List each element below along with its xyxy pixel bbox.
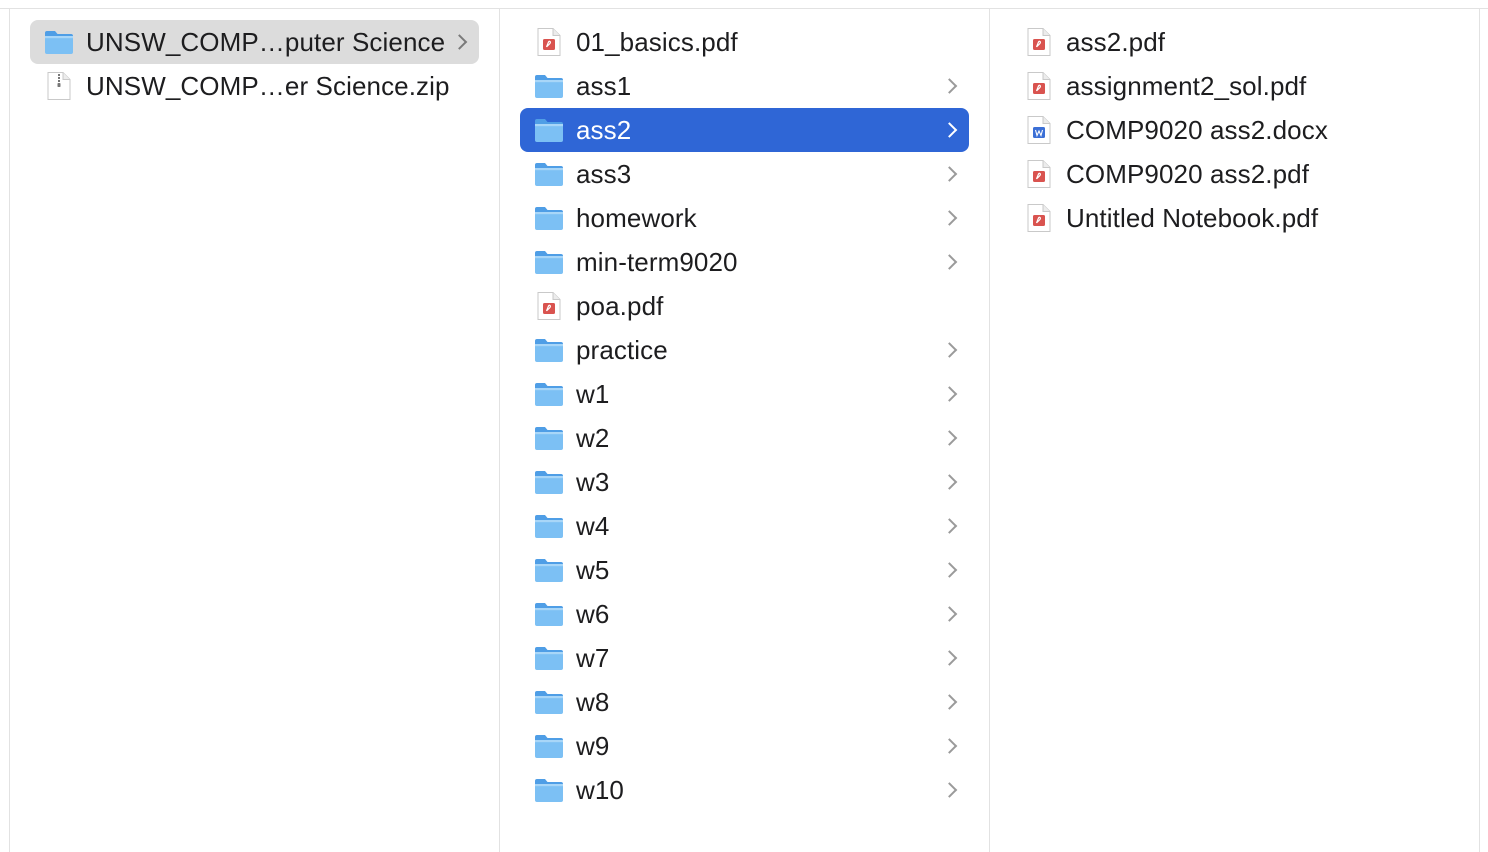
item-label: COMP9020 ass2.docx bbox=[1066, 114, 1328, 145]
pdf-icon bbox=[532, 27, 566, 57]
item-label: w6 bbox=[576, 598, 610, 629]
folder-icon bbox=[532, 71, 566, 101]
folder-icon bbox=[532, 643, 566, 673]
folder-item-homework[interactable]: homework bbox=[520, 196, 969, 240]
column-2-list: 01_basics.pdf ass1 ass2 ass3 homework min-ter… bbox=[500, 20, 989, 812]
item-label: 01_basics.pdf bbox=[576, 26, 738, 57]
item-label: w2 bbox=[576, 422, 610, 453]
file-item-assignment2-sol-pdf[interactable]: assignment2_sol.pdf bbox=[1010, 64, 1459, 108]
chevron-right-icon bbox=[941, 430, 958, 446]
chevron-right-icon bbox=[451, 34, 468, 50]
item-label: w8 bbox=[576, 686, 610, 717]
file-item-poa-pdf[interactable]: poa.pdf bbox=[520, 284, 969, 328]
folder-icon bbox=[532, 467, 566, 497]
pdf-icon bbox=[1022, 27, 1056, 57]
column-1-list: UNSW_COMP…puter Science UNSW_COMP…er Scie… bbox=[10, 20, 499, 108]
folder-item-ass2[interactable]: ass2 bbox=[520, 108, 969, 152]
docx-icon bbox=[1022, 115, 1056, 145]
folder-item-w3[interactable]: w3 bbox=[520, 460, 969, 504]
chevron-right-icon bbox=[941, 738, 958, 754]
chevron-right-icon bbox=[941, 122, 958, 138]
folder-item-w4[interactable]: w4 bbox=[520, 504, 969, 548]
file-item-comp9020-ass2-docx[interactable]: COMP9020 ass2.docx bbox=[1010, 108, 1459, 152]
pdf-icon bbox=[1022, 71, 1056, 101]
folder-icon bbox=[532, 599, 566, 629]
column-3-list: ass2.pdf assignment2_sol.pdf COMP9020 ass2… bbox=[990, 20, 1479, 240]
folder-icon bbox=[532, 511, 566, 541]
item-label: w10 bbox=[576, 774, 624, 805]
file-item-untitled-notebook-pdf[interactable]: Untitled Notebook.pdf bbox=[1010, 196, 1459, 240]
chevron-right-icon bbox=[941, 210, 958, 226]
folder-item-ass1[interactable]: ass1 bbox=[520, 64, 969, 108]
item-label: min-term9020 bbox=[576, 246, 738, 277]
column-1[interactable]: UNSW_COMP…puter Science UNSW_COMP…er Scie… bbox=[9, 9, 499, 852]
chevron-right-icon bbox=[941, 474, 958, 490]
chevron-right-icon bbox=[941, 342, 958, 358]
item-label: w9 bbox=[576, 730, 610, 761]
zip-icon bbox=[42, 71, 76, 101]
chevron-right-icon bbox=[941, 694, 958, 710]
item-label: COMP9020 ass2.pdf bbox=[1066, 158, 1310, 189]
chevron-right-icon bbox=[941, 782, 958, 798]
folder-icon bbox=[532, 731, 566, 761]
folder-icon bbox=[532, 423, 566, 453]
item-label: w4 bbox=[576, 510, 610, 541]
item-label: Untitled Notebook.pdf bbox=[1066, 202, 1319, 233]
folder-icon bbox=[532, 555, 566, 585]
item-label: w7 bbox=[576, 642, 610, 673]
folder-item-w2[interactable]: w2 bbox=[520, 416, 969, 460]
folder-item-ass3[interactable]: ass3 bbox=[520, 152, 969, 196]
toolbar-divider bbox=[0, 0, 1488, 9]
item-label: poa.pdf bbox=[576, 290, 664, 321]
folder-item-w5[interactable]: w5 bbox=[520, 548, 969, 592]
pdf-icon bbox=[1022, 203, 1056, 233]
folder-item-w8[interactable]: w8 bbox=[520, 680, 969, 724]
chevron-right-icon bbox=[941, 650, 958, 666]
chevron-right-icon bbox=[941, 606, 958, 622]
folder-item-w1[interactable]: w1 bbox=[520, 372, 969, 416]
folder-icon bbox=[532, 775, 566, 805]
folder-icon bbox=[532, 687, 566, 717]
folder-icon bbox=[532, 379, 566, 409]
folder-item-w10[interactable]: w10 bbox=[520, 768, 969, 812]
folder-item-min-term9020[interactable]: min-term9020 bbox=[520, 240, 969, 284]
folder-icon bbox=[42, 27, 76, 57]
folder-item-unsw-comp-puter-science[interactable]: UNSW_COMP…puter Science bbox=[30, 20, 479, 64]
item-label: practice bbox=[576, 334, 668, 365]
folder-icon bbox=[532, 115, 566, 145]
item-label: assignment2_sol.pdf bbox=[1066, 70, 1307, 101]
chevron-right-icon bbox=[941, 254, 958, 270]
file-item-unsw-comp-er-science-zip[interactable]: UNSW_COMP…er Science.zip bbox=[30, 64, 479, 108]
folder-icon bbox=[532, 203, 566, 233]
folder-item-practice[interactable]: practice bbox=[520, 328, 969, 372]
folder-item-w7[interactable]: w7 bbox=[520, 636, 969, 680]
item-label: UNSW_COMP…puter Science bbox=[86, 26, 446, 57]
chevron-right-icon bbox=[941, 518, 958, 534]
item-label: ass1 bbox=[576, 70, 632, 101]
chevron-right-icon bbox=[941, 78, 958, 94]
folder-item-w9[interactable]: w9 bbox=[520, 724, 969, 768]
pdf-icon bbox=[532, 291, 566, 321]
item-label: homework bbox=[576, 202, 697, 233]
column-3[interactable]: ass2.pdf assignment2_sol.pdf COMP9020 ass2… bbox=[989, 9, 1480, 852]
file-item-ass2-pdf[interactable]: ass2.pdf bbox=[1010, 20, 1459, 64]
folder-item-w6[interactable]: w6 bbox=[520, 592, 969, 636]
item-label: w3 bbox=[576, 466, 610, 497]
item-label: ass2 bbox=[576, 114, 632, 145]
chevron-right-icon bbox=[941, 386, 958, 402]
item-label: ass3 bbox=[576, 158, 632, 189]
chevron-right-icon bbox=[941, 166, 958, 182]
item-label: ass2.pdf bbox=[1066, 26, 1166, 57]
item-label: w5 bbox=[576, 554, 610, 585]
folder-icon bbox=[532, 159, 566, 189]
folder-icon bbox=[532, 335, 566, 365]
item-label: UNSW_COMP…er Science.zip bbox=[86, 70, 450, 101]
chevron-right-icon bbox=[941, 562, 958, 578]
file-item-comp9020-ass2-pdf[interactable]: COMP9020 ass2.pdf bbox=[1010, 152, 1459, 196]
pdf-icon bbox=[1022, 159, 1056, 189]
file-item-01-basics-pdf[interactable]: 01_basics.pdf bbox=[520, 20, 969, 64]
folder-icon bbox=[532, 247, 566, 277]
item-label: w1 bbox=[576, 378, 610, 409]
column-2[interactable]: 01_basics.pdf ass1 ass2 ass3 homework min-ter… bbox=[499, 9, 989, 852]
